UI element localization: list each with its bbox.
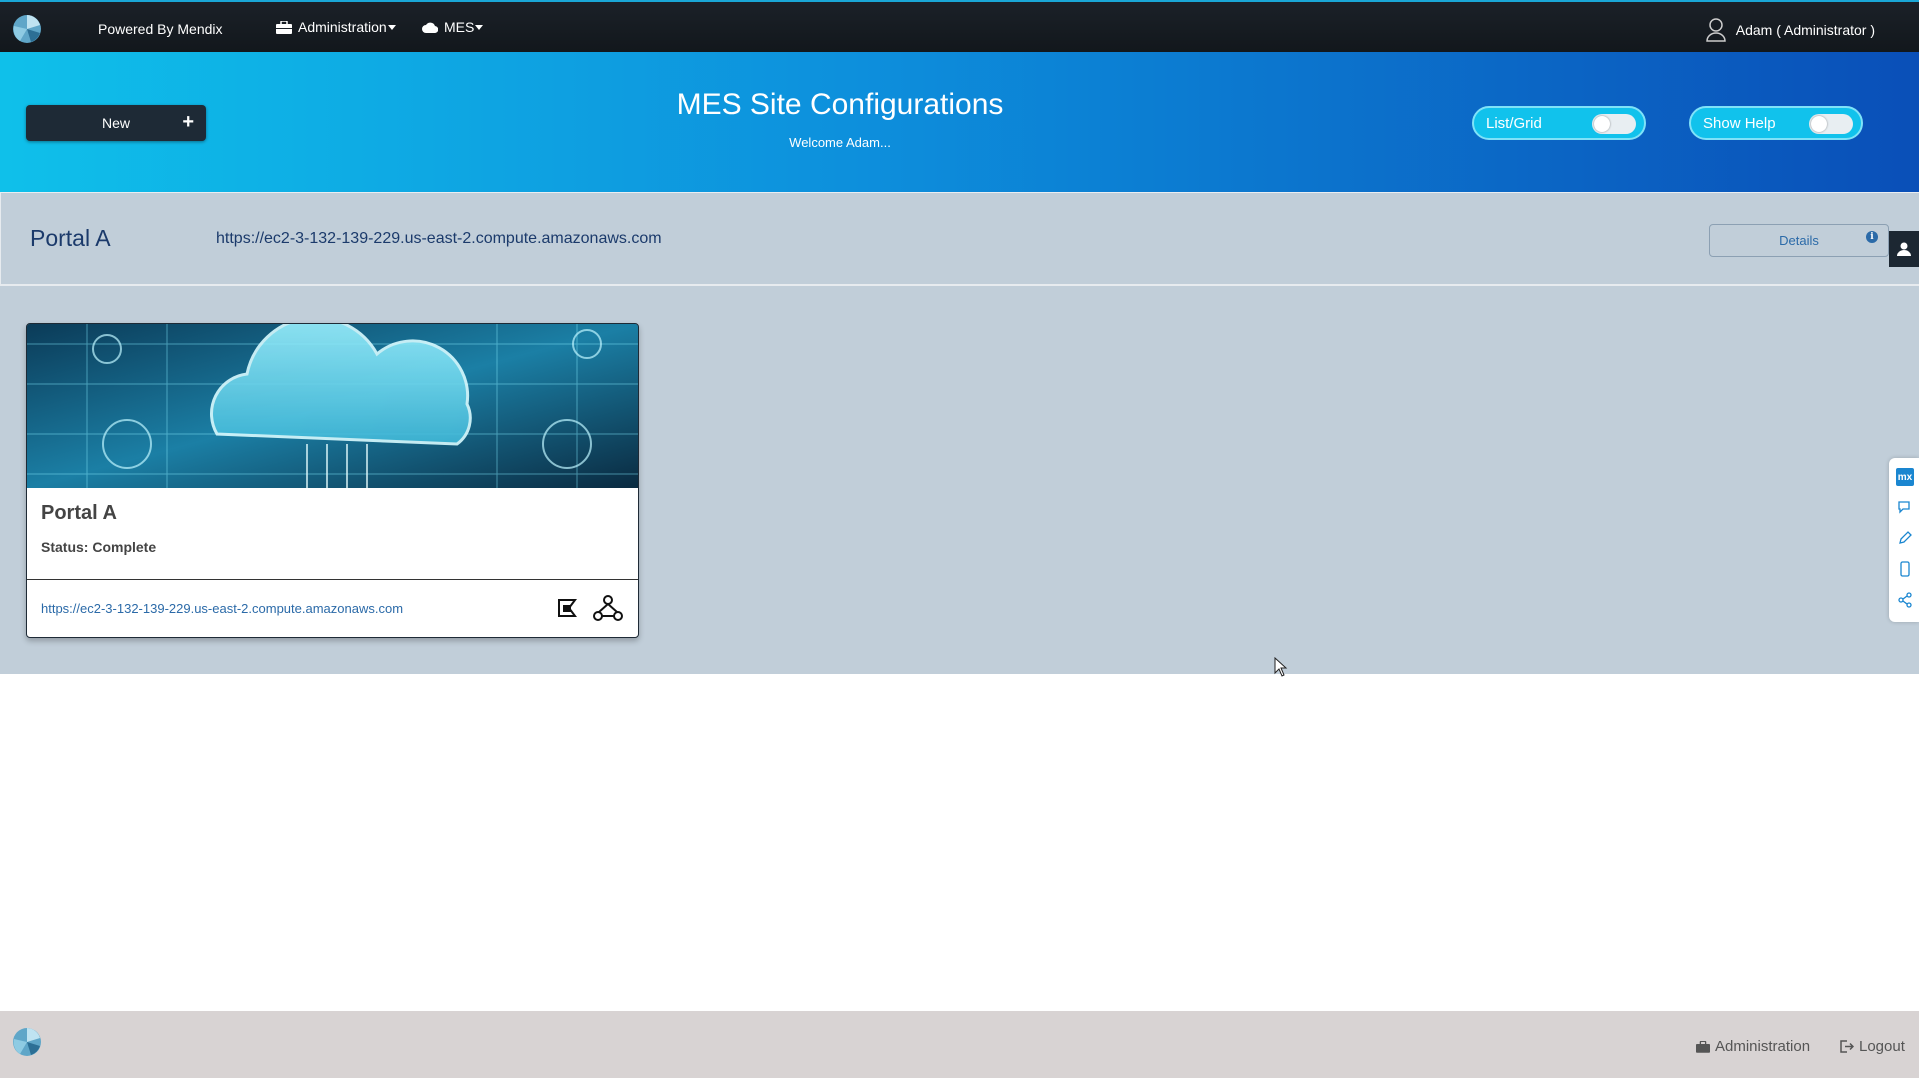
mx-icon[interactable]: mx bbox=[1896, 468, 1914, 486]
list-grid-switch[interactable] bbox=[1592, 114, 1636, 134]
card-title: Portal A bbox=[41, 502, 117, 524]
footer-administration-link[interactable]: Administration bbox=[1696, 1038, 1810, 1055]
cloud-icon bbox=[422, 22, 438, 33]
briefcase-icon bbox=[276, 20, 292, 34]
page-title: MES Site Configurations bbox=[676, 88, 1004, 121]
footer: Administration Logout bbox=[0, 1011, 1919, 1078]
user-menu[interactable]: Adam ( Administrator ) bbox=[1705, 18, 1875, 42]
portal-card[interactable]: Portal A Status: Complete https://ec2-3-… bbox=[26, 323, 639, 638]
network-icon[interactable] bbox=[593, 594, 623, 622]
portal-url: https://ec2-3-132-139-229.us-east-2.comp… bbox=[216, 230, 662, 247]
app-logo-icon[interactable] bbox=[12, 1027, 42, 1057]
switch-knob bbox=[1594, 116, 1610, 132]
show-help-toggle-label: Show Help bbox=[1703, 115, 1776, 132]
card-status: Status: Complete bbox=[41, 539, 157, 555]
details-button[interactable]: Details i bbox=[1709, 224, 1889, 257]
powered-by-label: Powered By Mendix bbox=[98, 21, 223, 37]
app-logo-icon[interactable] bbox=[12, 14, 42, 44]
briefcase-icon bbox=[1696, 1040, 1710, 1053]
caret-down-icon bbox=[387, 24, 396, 30]
mobile-icon[interactable] bbox=[1896, 560, 1914, 578]
logout-icon bbox=[1840, 1040, 1854, 1053]
pencil-icon[interactable] bbox=[1896, 529, 1914, 547]
caret-down-icon bbox=[475, 24, 484, 30]
card-url-link[interactable]: https://ec2-3-132-139-229.us-east-2.comp… bbox=[41, 601, 403, 616]
menu-administration-label: Administration bbox=[298, 19, 387, 35]
show-help-toggle[interactable]: Show Help bbox=[1689, 106, 1863, 140]
main-content: Portal A https://ec2-3-132-139-229.us-ea… bbox=[0, 192, 1919, 674]
page-header-banner: New + MES Site Configurations Welcome Ad… bbox=[0, 52, 1919, 192]
footer-administration-label: Administration bbox=[1715, 1038, 1811, 1055]
portal-summary-bar: Portal A https://ec2-3-132-139-229.us-ea… bbox=[0, 192, 1919, 286]
mendix-side-toolbar: mx bbox=[1889, 458, 1919, 622]
portal-name: Portal A bbox=[30, 225, 111, 251]
footer-logout-link[interactable]: Logout bbox=[1840, 1038, 1905, 1055]
user-profile-icon bbox=[1897, 242, 1911, 256]
user-name: Adam ( Administrator ) bbox=[1735, 22, 1875, 38]
list-grid-toggle[interactable]: List/Grid bbox=[1472, 106, 1646, 140]
list-grid-toggle-label: List/Grid bbox=[1486, 115, 1542, 132]
share-icon[interactable] bbox=[1896, 591, 1914, 609]
details-button-label: Details bbox=[1779, 233, 1819, 248]
cloud-network-image bbox=[27, 324, 638, 488]
deploy-icon[interactable] bbox=[555, 596, 579, 620]
user-profile-tab[interactable] bbox=[1889, 231, 1919, 267]
chat-icon[interactable] bbox=[1896, 498, 1914, 516]
card-divider bbox=[27, 579, 638, 580]
mouse-cursor-icon bbox=[1274, 657, 1288, 677]
menu-mes-label: MES bbox=[444, 19, 475, 35]
footer-logout-label: Logout bbox=[1859, 1038, 1905, 1055]
top-navbar: Powered By Mendix Administration MES Ada… bbox=[0, 0, 1919, 52]
user-icon bbox=[1705, 18, 1726, 42]
switch-knob bbox=[1811, 116, 1827, 132]
welcome-message: Welcome Adam... bbox=[789, 135, 891, 150]
menu-mes[interactable]: MES bbox=[422, 19, 484, 35]
menu-administration[interactable]: Administration bbox=[276, 19, 396, 35]
info-icon: i bbox=[1866, 231, 1878, 243]
show-help-switch[interactable] bbox=[1809, 114, 1853, 134]
